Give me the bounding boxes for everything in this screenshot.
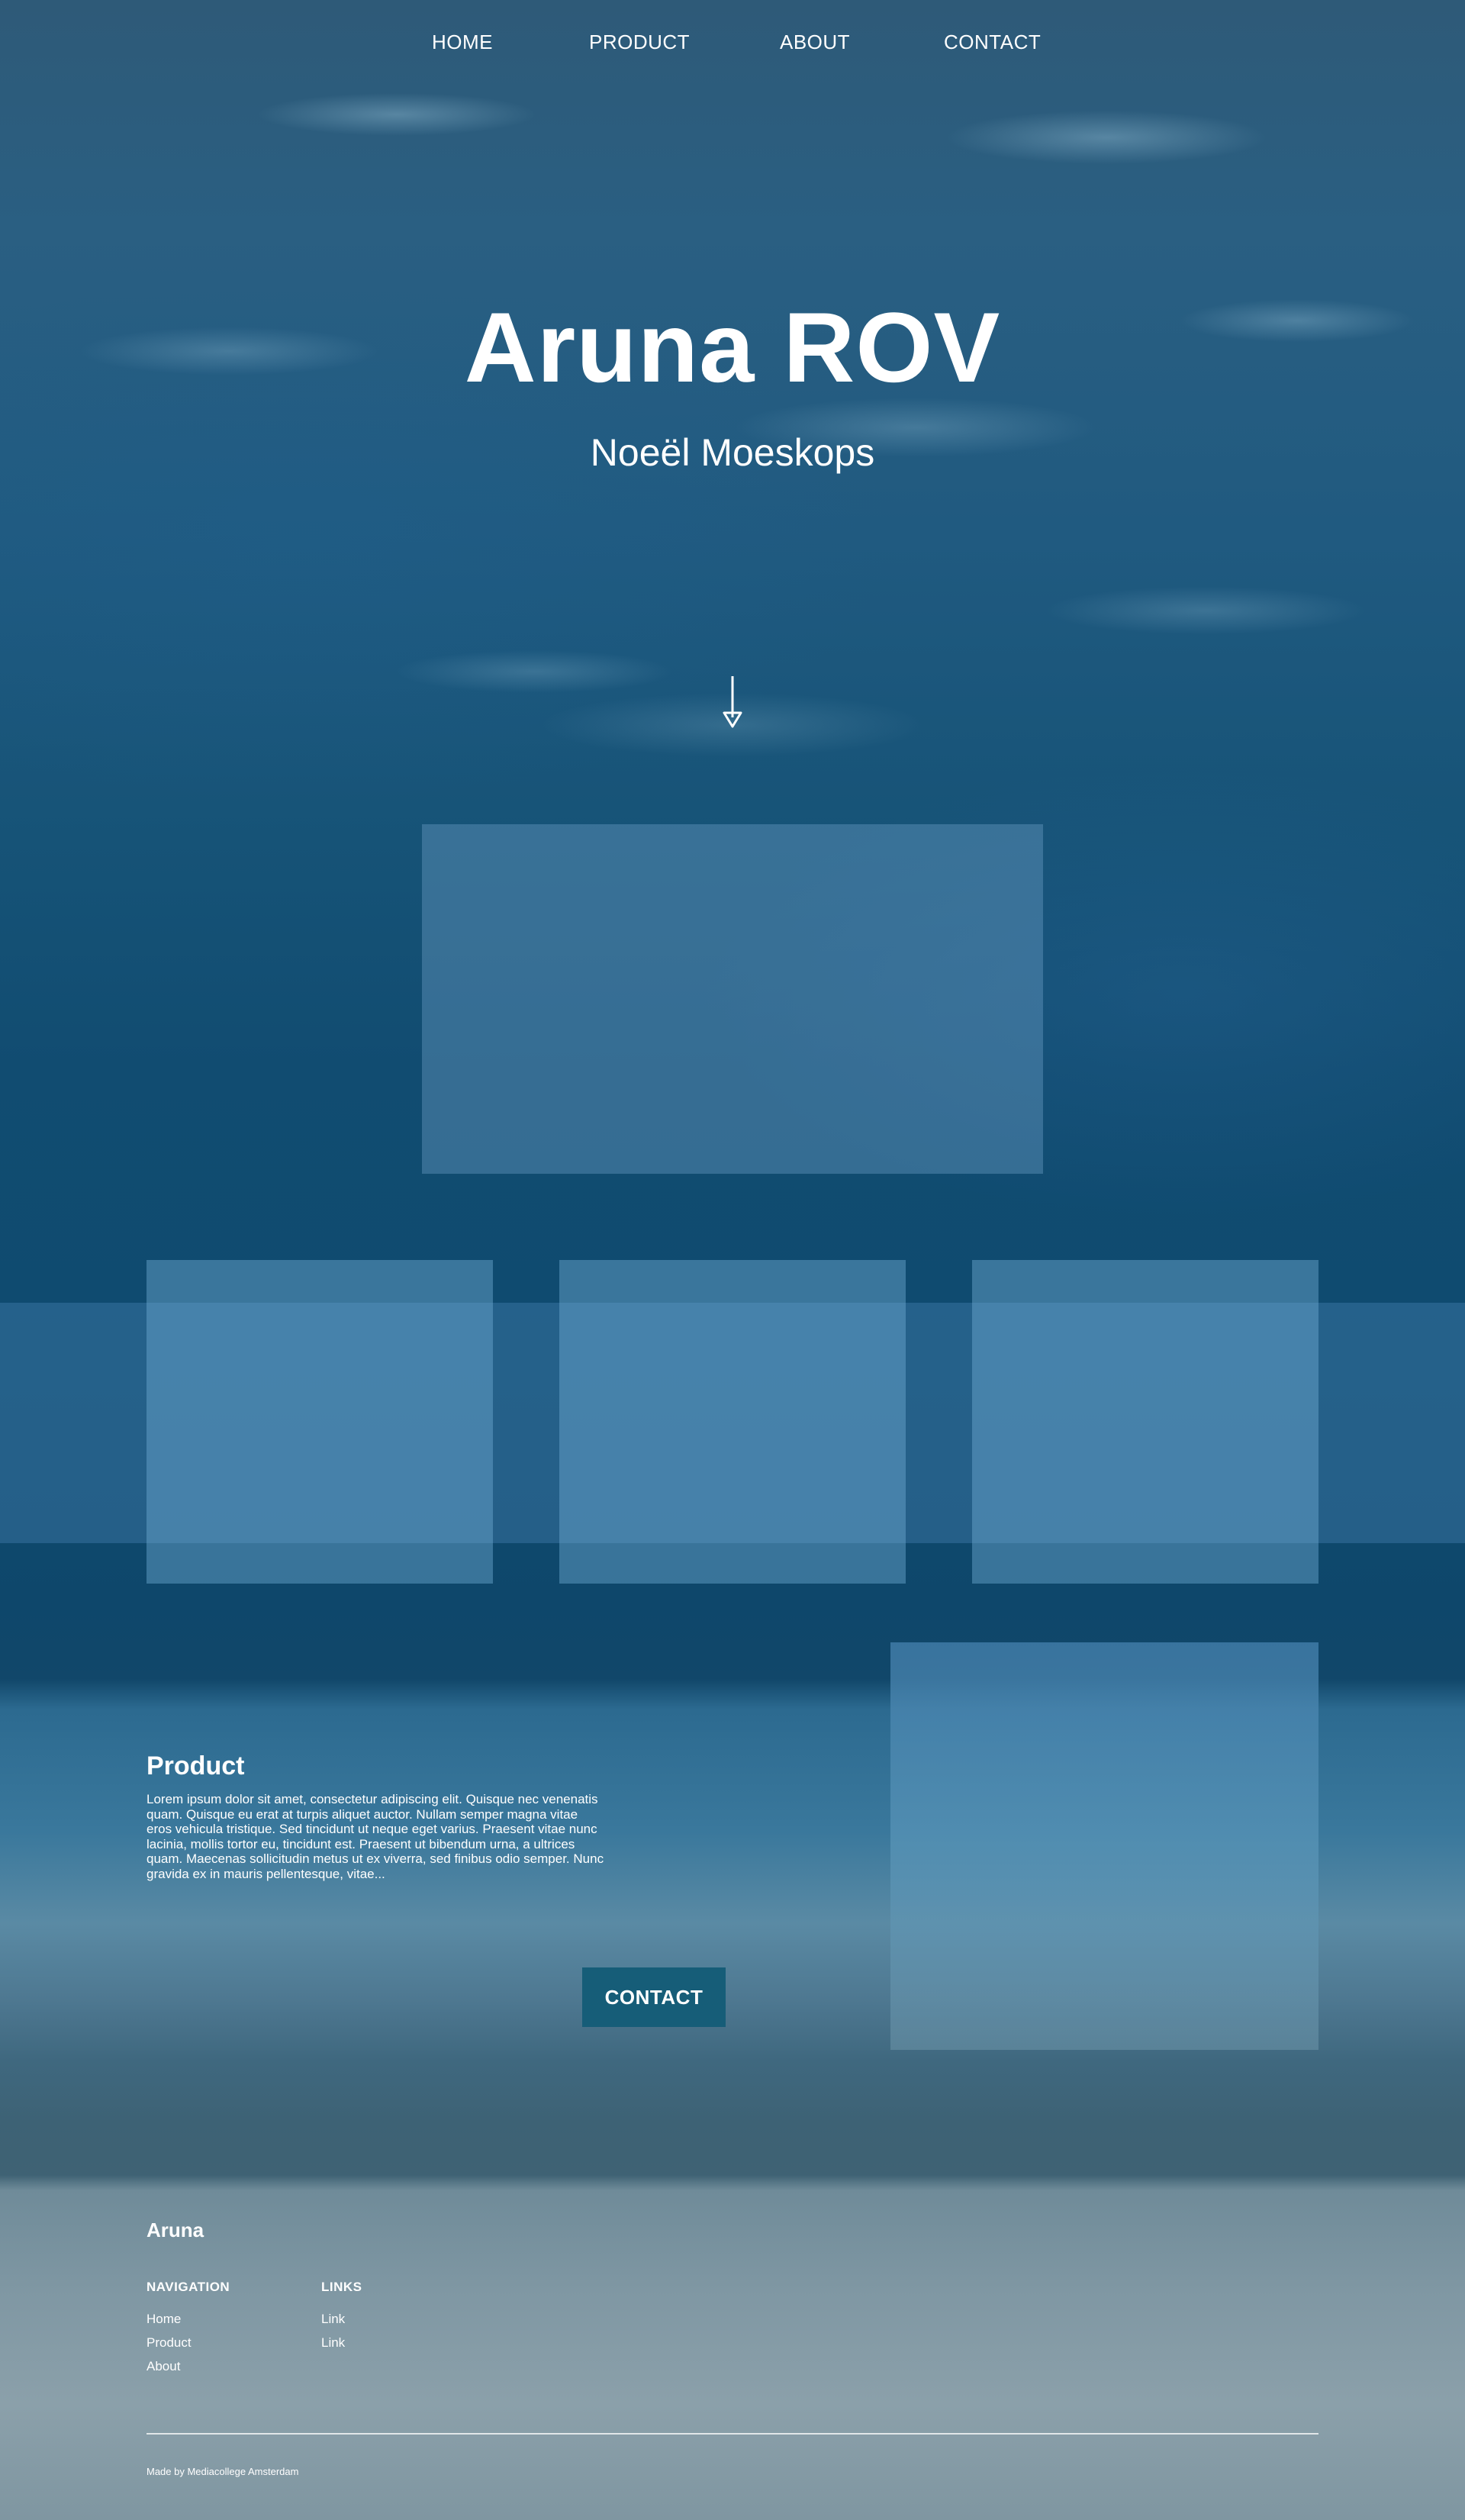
footer-link-home[interactable]: Home [146,2307,230,2331]
footer-link[interactable]: Link [321,2331,362,2354]
footer-credit: Made by Mediacollege Amsterdam [146,2466,299,2477]
footer-navigation: NAVIGATION Home Product About [146,2278,230,2378]
product-image-placeholder [890,1642,1318,2050]
footer-divider [146,2433,1318,2435]
nav-home[interactable]: HOME [432,31,493,54]
feature-card [146,1260,493,1584]
footer-navigation-heading: NAVIGATION [146,2280,230,2294]
footer-link-product[interactable]: Product [146,2331,230,2354]
hero-title: Aruna ROV [464,292,1001,403]
page: HOME PRODUCT ABOUT CONTACT Aruna ROV Noe… [0,0,1465,2520]
feature-card [559,1260,906,1584]
nav-product[interactable]: PRODUCT [589,31,690,54]
footer-link[interactable]: Link [321,2307,362,2331]
footer-link-about[interactable]: About [146,2354,230,2378]
feature-card [972,1260,1318,1584]
nav-contact[interactable]: CONTACT [944,31,1041,54]
contact-button[interactable]: CONTACT [582,1967,726,2027]
hero-image-placeholder [422,824,1043,1174]
nav-about[interactable]: ABOUT [780,31,850,54]
footer-links-heading: LINKS [321,2280,362,2294]
hero-subtitle: Noeël Moeskops [590,431,875,474]
footer-links: LINKS Link Link [321,2278,362,2354]
product-title: Product [146,1751,245,1780]
footer-brand: Aruna [146,2219,204,2241]
product-description: Lorem ipsum dolor sit amet, consectetur … [146,1792,604,1881]
arrow-down-icon[interactable] [720,675,745,730]
